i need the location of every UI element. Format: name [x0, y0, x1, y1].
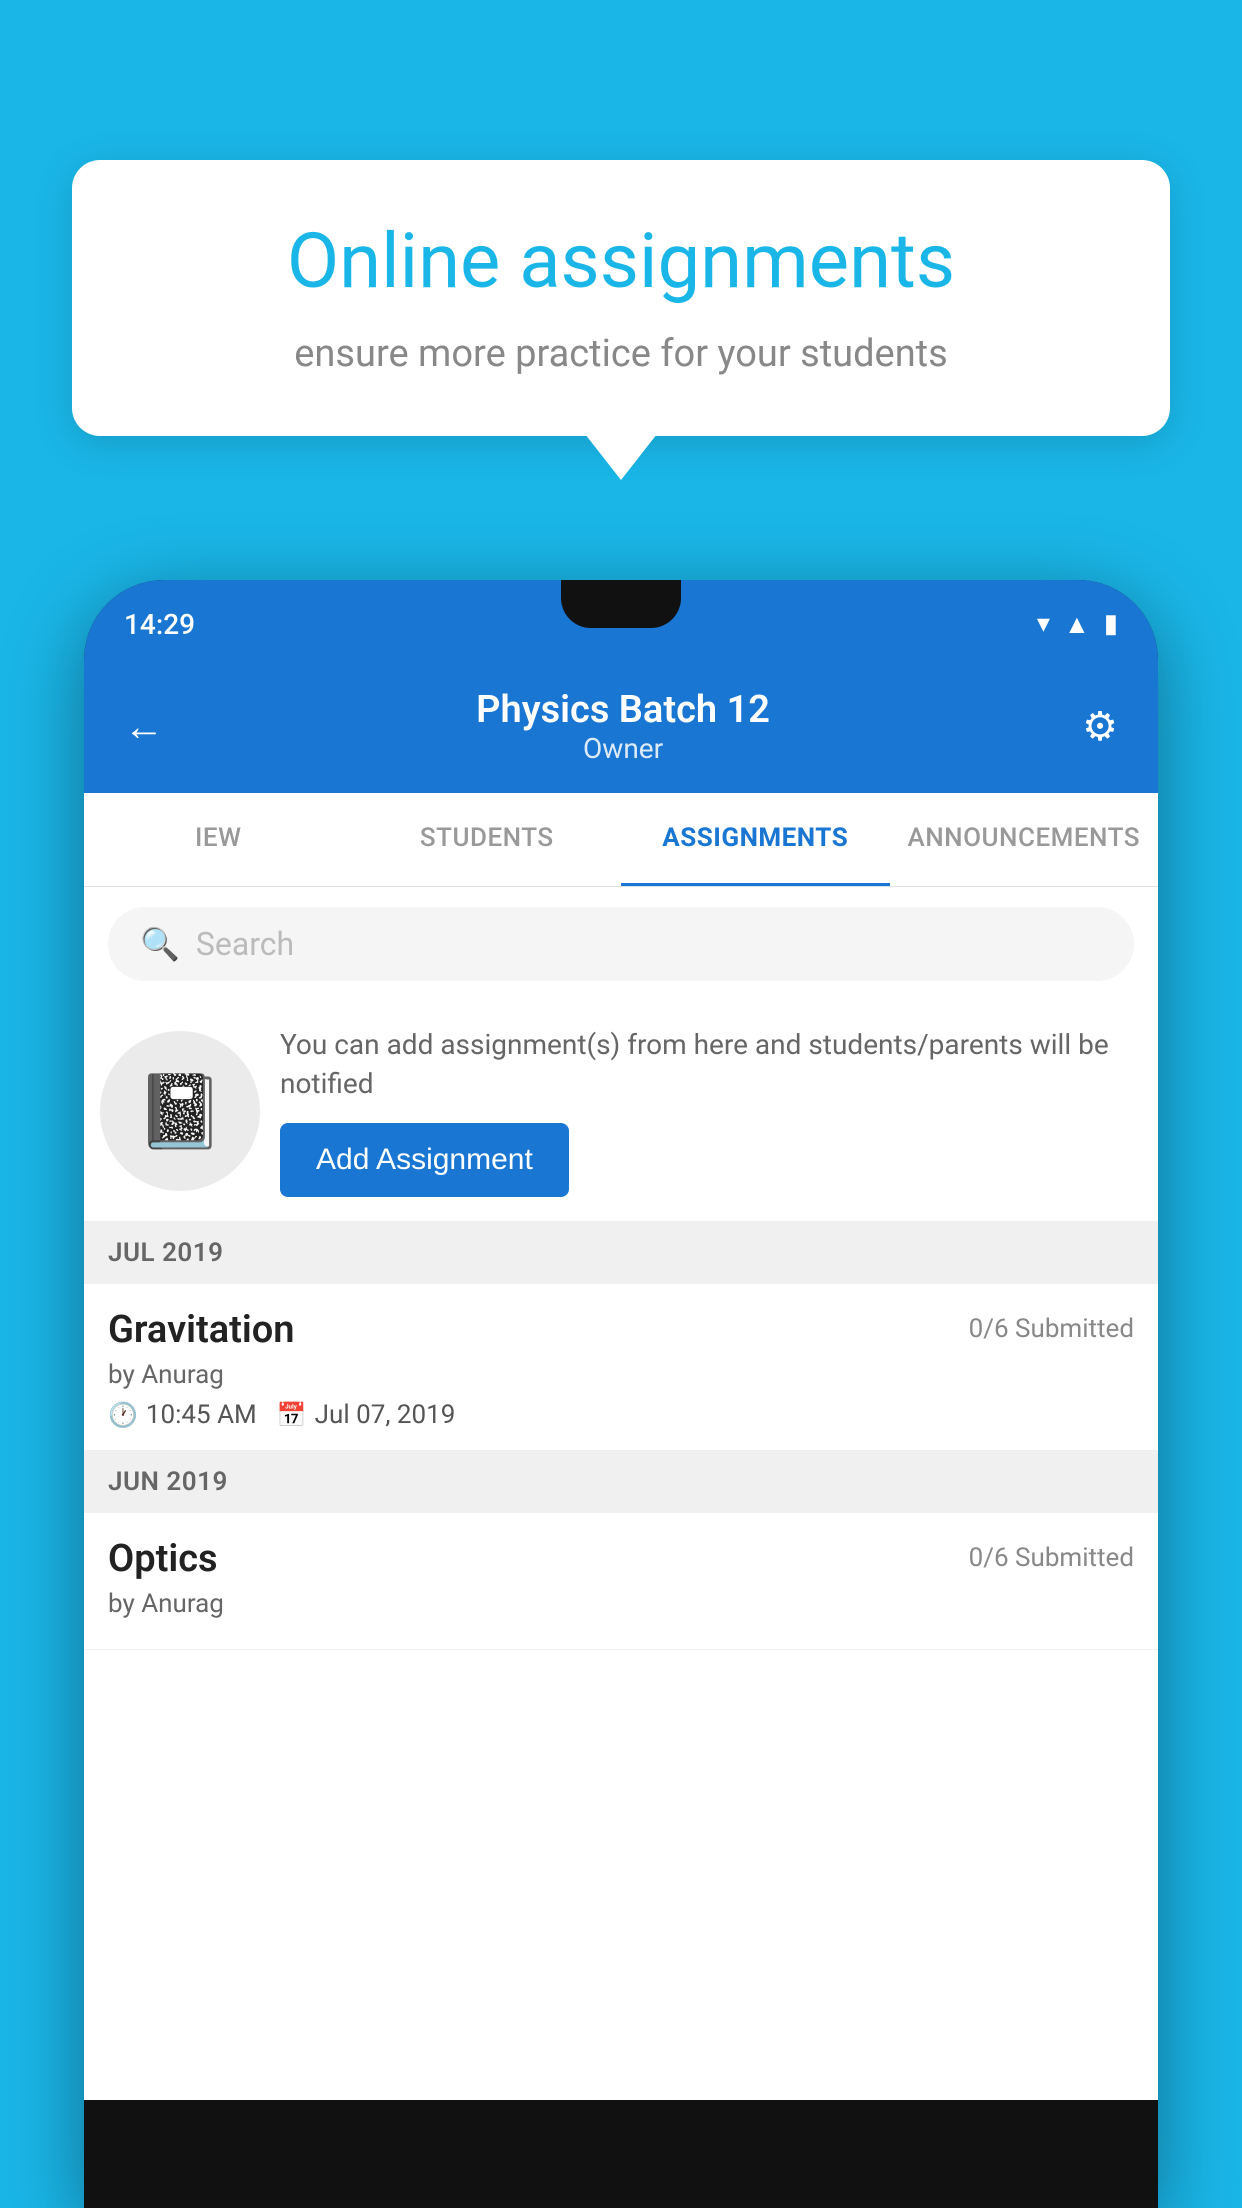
- calendar-icon: 📅: [277, 1401, 307, 1429]
- settings-button[interactable]: ⚙: [1082, 703, 1118, 750]
- app-header: ← Physics Batch 12 Owner ⚙: [84, 668, 1158, 793]
- search-bar[interactable]: 🔍 Search: [108, 907, 1134, 981]
- signal-icon: ▲: [1064, 609, 1090, 640]
- status-bar: 14:29 ▾ ▲ ▮: [84, 580, 1158, 668]
- bubble-subtitle: ensure more practice for your students: [152, 332, 1090, 376]
- wifi-icon: ▾: [1037, 609, 1050, 639]
- tabs-bar: IEW STUDENTS ASSIGNMENTS ANNOUNCEMENTS: [84, 793, 1158, 887]
- assignment-dates-gravitation: 🕐 10:45 AM 📅 Jul 07, 2019: [108, 1400, 1134, 1430]
- tab-announcements[interactable]: ANNOUNCEMENTS: [890, 793, 1159, 886]
- assignment-top-row-optics: Optics 0/6 Submitted: [108, 1537, 1134, 1581]
- notebook-icon: 📓: [135, 1069, 225, 1154]
- assignment-author-gravitation: by Anurag: [108, 1360, 1134, 1390]
- assignment-author-optics: by Anurag: [108, 1589, 1134, 1619]
- header-title: Physics Batch 12: [476, 688, 770, 732]
- assignment-date-gravitation: 📅 Jul 07, 2019: [277, 1400, 456, 1430]
- assignment-item-optics[interactable]: Optics 0/6 Submitted by Anurag: [84, 1513, 1158, 1650]
- section-jun-2019: JUN 2019: [84, 1451, 1158, 1513]
- section-jul-2019: JUL 2019: [84, 1222, 1158, 1284]
- promo-description: You can add assignment(s) from here and …: [280, 1025, 1134, 1103]
- assignment-time-gravitation: 🕐 10:45 AM: [108, 1400, 257, 1430]
- promo-icon-circle: 📓: [100, 1031, 260, 1191]
- back-button[interactable]: ←: [124, 703, 164, 750]
- search-placeholder: Search: [196, 925, 294, 963]
- phone-frame: 14:29 ▾ ▲ ▮ ← Physics Batch 12 Owner ⚙ I…: [84, 580, 1158, 2208]
- tab-assignments[interactable]: ASSIGNMENTS: [621, 793, 890, 886]
- assignment-title-optics: Optics: [108, 1537, 218, 1581]
- header-center: Physics Batch 12 Owner: [476, 688, 770, 765]
- promo-text: You can add assignment(s) from here and …: [280, 1025, 1134, 1197]
- assignment-top-row: Gravitation 0/6 Submitted: [108, 1308, 1134, 1352]
- assignment-submitted-optics: 0/6 Submitted: [969, 1543, 1134, 1573]
- clock-icon: 🕐: [108, 1401, 138, 1429]
- search-icon: 🔍: [140, 925, 180, 963]
- battery-icon: ▮: [1104, 609, 1118, 639]
- phone-notch: [561, 580, 681, 628]
- add-assignment-button[interactable]: Add Assignment: [280, 1123, 569, 1197]
- phone-screen: ← Physics Batch 12 Owner ⚙ IEW STUDENTS …: [84, 668, 1158, 2100]
- tab-iew[interactable]: IEW: [84, 793, 353, 886]
- bubble-title: Online assignments: [152, 220, 1090, 304]
- header-subtitle: Owner: [476, 732, 770, 765]
- promo-speech-bubble: Online assignments ensure more practice …: [72, 160, 1170, 436]
- tab-students[interactable]: STUDENTS: [353, 793, 622, 886]
- promo-section: 📓 You can add assignment(s) from here an…: [84, 1001, 1158, 1222]
- status-icons: ▾ ▲ ▮: [1037, 609, 1118, 640]
- assignment-title-gravitation: Gravitation: [108, 1308, 295, 1352]
- assignment-item-gravitation[interactable]: Gravitation 0/6 Submitted by Anurag 🕐 10…: [84, 1284, 1158, 1451]
- status-time: 14:29: [124, 608, 195, 641]
- assignment-submitted-gravitation: 0/6 Submitted: [969, 1314, 1134, 1344]
